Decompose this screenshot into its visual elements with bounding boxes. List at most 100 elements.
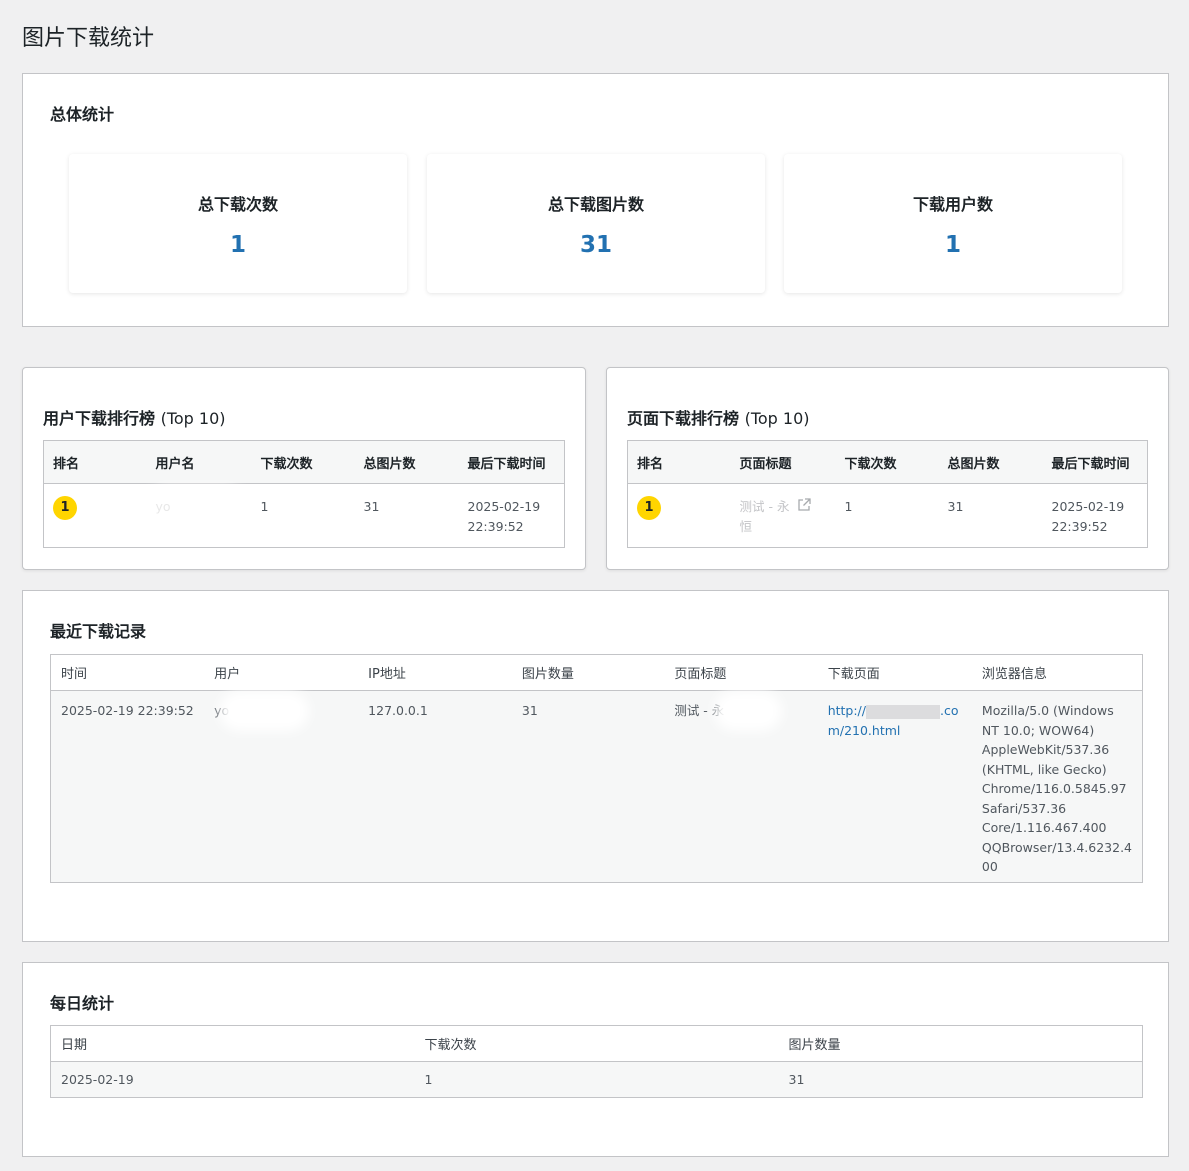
column-header: 下载次数 (835, 440, 939, 484)
date-cell: 2025-02-19 (50, 1061, 415, 1098)
browser-line: Chrome/116.0.5845.97 (981, 781, 1127, 796)
column-header: 浏览器信息 (971, 654, 1143, 691)
stat-value: 1 (229, 232, 246, 258)
browser-cell: Mozilla/5.0 (Windows NT 10.0; WOW64) App… (971, 690, 1143, 883)
redacted-username (229, 701, 300, 721)
last-date: 2025-02-19 (467, 499, 541, 514)
redacted-domain (865, 704, 940, 719)
overall-stats-card: 总体统计 总下载次数 1 总下载图片数 31 下载用户数 1 (22, 73, 1169, 327)
column-header: 总图片数 (354, 440, 459, 484)
column-header: 总图片数 (938, 440, 1043, 484)
column-header: 排名 (627, 440, 731, 484)
daily-stats-table: 日期 下载次数 图片数量 2025-02-19 1 31 (50, 1025, 1143, 1098)
download-page-cell[interactable]: http:// .co m/210.html (817, 690, 972, 883)
last-time: 22:39:52 (1051, 519, 1108, 534)
column-header: 下载页面 (817, 654, 972, 691)
column-header: IP地址 (358, 654, 512, 691)
browser-line: Safari/537.36 (981, 800, 1067, 816)
rank-cell: 1 (43, 483, 147, 548)
column-header: 日期 (50, 1025, 415, 1062)
downloads-cell: 1 (835, 483, 939, 548)
downloads-cell: 1 (414, 1061, 779, 1098)
column-header: 下载次数 (414, 1025, 779, 1062)
table-row: 2025-02-19 22:39:52 yo 127.0.0.1 31 测试 -… (50, 690, 1143, 883)
stat-value: 1 (944, 232, 961, 258)
stat-total-downloads: 总下载次数 1 (69, 154, 407, 293)
download-page-link[interactable]: http:// .co (828, 701, 962, 721)
table-header-row: 排名 用户名 下载次数 总图片数 最后下载时间 (43, 440, 565, 484)
table-row: 1 测试 - 永 恒 1 31 2025-02-19 22:39:52 (627, 483, 1148, 548)
images-cell: 31 (511, 690, 665, 883)
column-header: 用户 (204, 654, 359, 691)
browser-line: NT 10.0; WOW64) (981, 722, 1095, 738)
browser-line: QQBrowser/13.4.6232.4 (981, 839, 1132, 855)
table-header-row: 时间 用户 IP地址 图片数量 页面标题 下载页面 浏览器信息 (50, 654, 1143, 691)
recent-records-title: 最近下载记录 (50, 622, 147, 641)
overall-stats-title: 总体统计 (50, 105, 115, 124)
table-header-row: 日期 下载次数 图片数量 (50, 1025, 1143, 1062)
page-title-cell[interactable]: 测试 - 永 恒 (730, 483, 836, 548)
user-rank-title-text: 用户下载排行榜 (43, 409, 156, 428)
column-header: 页面标题 (664, 654, 818, 691)
column-header: 图片数量 (778, 1025, 1143, 1062)
column-header: 图片数量 (511, 654, 665, 691)
user-cell: yo (204, 690, 359, 883)
stat-total-images: 总下载图片数 31 (427, 154, 765, 293)
images-cell: 31 (938, 483, 1043, 548)
external-link-icon[interactable] (797, 497, 812, 518)
stat-label: 总下载次数 (197, 195, 278, 214)
redacted-username: yo (155, 497, 236, 519)
column-header: 最后下载时间 (458, 440, 565, 484)
page-title-cell: 测试 - 永 (664, 690, 818, 883)
table-header-row: 排名 页面标题 下载次数 总图片数 最后下载时间 (627, 440, 1148, 484)
last-time: 22:39:52 (467, 519, 524, 534)
column-header: 时间 (50, 654, 205, 691)
images-cell: 31 (778, 1061, 1143, 1098)
page-rank-title-text: 页面下载排行榜 (627, 409, 740, 428)
page-title-line: 恒 (739, 519, 753, 534)
username: yo (214, 703, 230, 718)
last-time-cell: 2025-02-19 22:39:52 (1042, 483, 1148, 548)
page-rank-title: 页面下载排行榜 (Top 10) (627, 405, 810, 429)
stat-download-users: 下载用户数 1 (784, 154, 1122, 293)
column-header: 最后下载时间 (1042, 440, 1148, 484)
recent-records-card: 最近下载记录 时间 用户 IP地址 图片数量 页面标题 下载页面 浏览器信息 2… (22, 590, 1169, 942)
page-rank-card: 页面下载排行榜 (Top 10) 排名 页面标题 下载次数 总图片数 最后下载时… (606, 367, 1169, 570)
column-header: 排名 (43, 440, 147, 484)
page-rank-table: 排名 页面标题 下载次数 总图片数 最后下载时间 1 测试 - 永 恒 1 31… (627, 440, 1148, 548)
table-row: 1 yo 1 31 2025-02-19 22:39:52 (43, 483, 565, 548)
page-title-text: 测试 - 永 (674, 703, 725, 718)
url-part: .co (939, 703, 959, 718)
column-header: 下载次数 (251, 440, 355, 484)
redacted-title (724, 701, 773, 721)
daily-stats-card: 每日统计 日期 下载次数 图片数量 2025-02-19 1 31 (22, 962, 1169, 1157)
page-rank-title-suffix: (Top 10) (744, 409, 810, 428)
browser-line: 00 (981, 859, 998, 874)
time-cell: 2025-02-19 22:39:52 (50, 690, 205, 883)
browser-line: (KHTML, like Gecko) (981, 761, 1107, 777)
user-rank-title-suffix: (Top 10) (160, 409, 226, 428)
ip-cell: 127.0.0.1 (358, 690, 512, 883)
url-part: http:// (827, 703, 866, 718)
last-date: 2025-02-19 (1051, 499, 1125, 514)
user-rank-table: 排名 用户名 下载次数 总图片数 最后下载时间 1 yo 1 31 2025-0… (43, 440, 565, 548)
daily-stats-title: 每日统计 (50, 994, 115, 1013)
page-title-line: 测试 - 永 (739, 499, 790, 514)
downloads-cell: 1 (251, 483, 355, 548)
rank-badge: 1 (637, 496, 661, 520)
column-header: 页面标题 (730, 440, 836, 484)
images-cell: 31 (354, 483, 459, 548)
browser-line: AppleWebKit/537.36 (981, 742, 1110, 757)
user-rank-card: 用户下载排行榜 (Top 10) 排名 用户名 下载次数 总图片数 最后下载时间… (22, 367, 586, 570)
user-cell: yo (146, 483, 252, 548)
stat-label: 总下载图片数 (547, 195, 644, 214)
last-time-cell: 2025-02-19 22:39:52 (458, 483, 565, 548)
recent-records-table: 时间 用户 IP地址 图片数量 页面标题 下载页面 浏览器信息 2025-02-… (50, 654, 1143, 883)
browser-line: Core/1.116.467.400 (981, 820, 1107, 835)
download-page-link-line2[interactable]: m/210.html (828, 721, 962, 741)
stat-label: 下载用户数 (912, 195, 993, 214)
stat-value: 31 (579, 232, 612, 258)
rank-badge: 1 (53, 496, 77, 520)
table-row: 2025-02-19 1 31 (50, 1061, 1143, 1098)
browser-line: Mozilla/5.0 (Windows (981, 703, 1114, 718)
